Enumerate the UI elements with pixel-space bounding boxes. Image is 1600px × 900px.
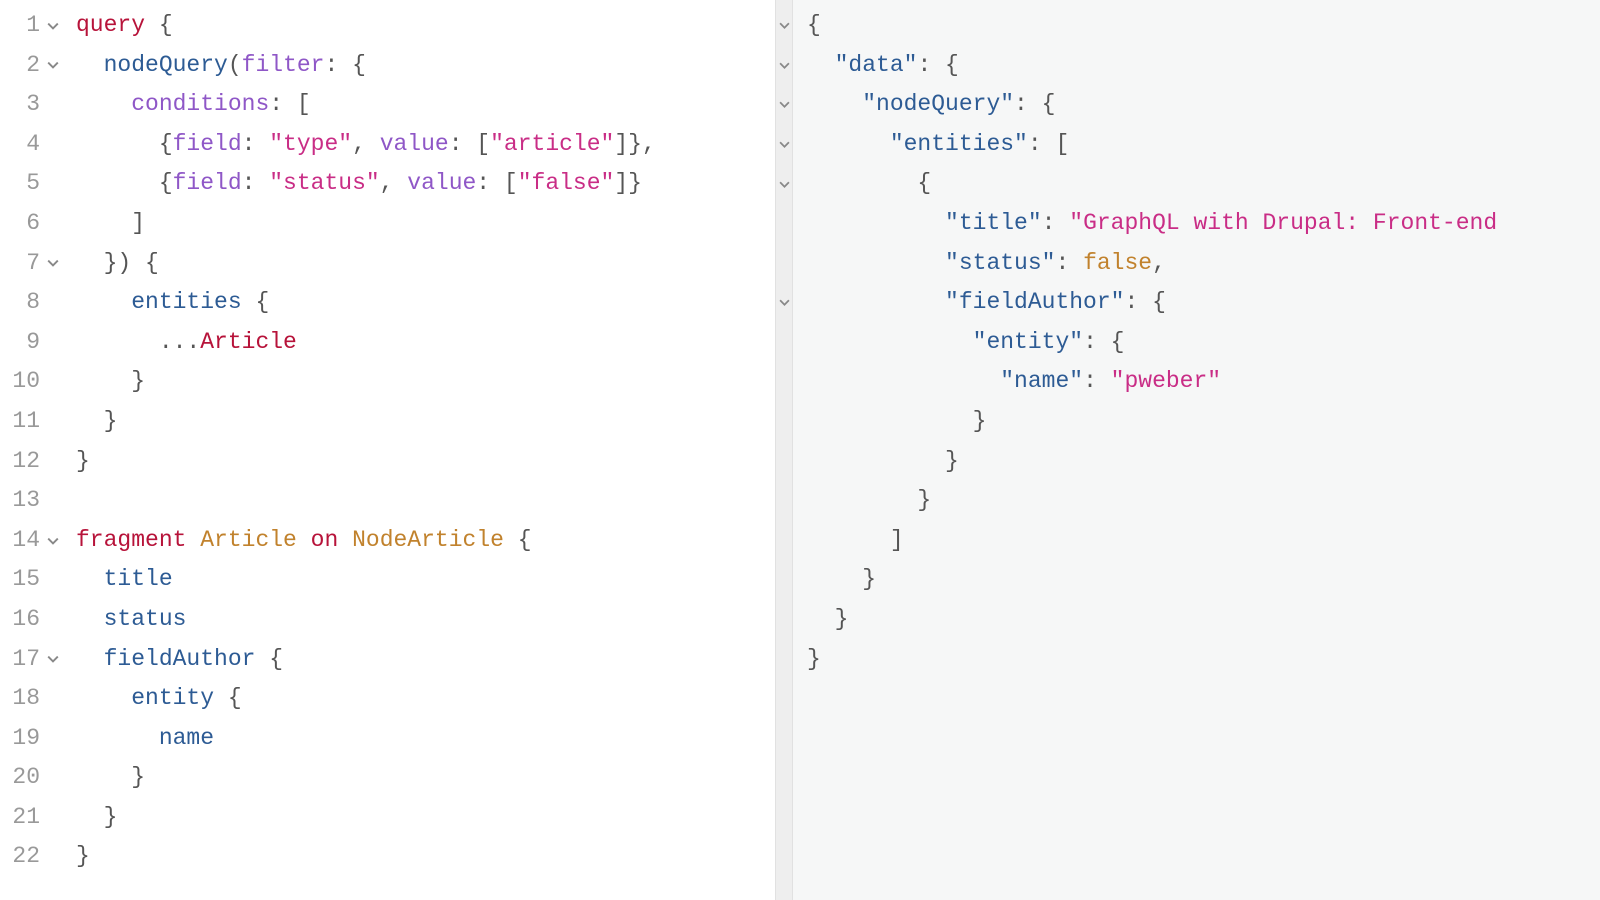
gutter-row: 4: [0, 125, 66, 165]
gutter-row: 16: [0, 600, 66, 640]
fold-caret-icon[interactable]: [779, 139, 790, 150]
line-number: 10: [0, 362, 44, 402]
line-number: 22: [0, 837, 44, 877]
fold-slot: [776, 640, 792, 680]
gutter-row: 7: [0, 244, 66, 284]
fold-caret-icon[interactable]: [47, 653, 59, 665]
fold-slot: [776, 362, 792, 402]
query-editor-pane: 12345678910111213141516171819202122 quer…: [0, 0, 775, 900]
fold-caret-icon[interactable]: [47, 59, 59, 71]
line-number: 11: [0, 402, 44, 442]
gutter-row: 21: [0, 798, 66, 838]
gutter-row: 14: [0, 521, 66, 561]
fold-slot: [776, 244, 792, 284]
line-number-gutter: 12345678910111213141516171819202122: [0, 0, 66, 900]
fold-slot: [776, 283, 792, 323]
fold-caret-icon[interactable]: [779, 20, 790, 31]
fold-slot: [776, 6, 792, 46]
fold-slot: [776, 442, 792, 482]
gutter-row: 9: [0, 323, 66, 363]
line-number: 2: [0, 46, 44, 86]
line-number: 15: [0, 560, 44, 600]
line-number: 4: [0, 125, 44, 165]
fold-slot: [776, 560, 792, 600]
line-number: 5: [0, 164, 44, 204]
gutter-row: 17: [0, 640, 66, 680]
fold-slot: [776, 402, 792, 442]
line-number: 16: [0, 600, 44, 640]
query-editor[interactable]: query { nodeQuery(filter: { conditions: …: [66, 0, 775, 900]
gutter-row: 22: [0, 837, 66, 877]
fold-slot: [44, 653, 62, 665]
line-number: 21: [0, 798, 44, 838]
fold-slot: [776, 85, 792, 125]
line-number: 9: [0, 323, 44, 363]
line-number: 20: [0, 758, 44, 798]
gutter-row: 2: [0, 46, 66, 86]
gutter-row: 1: [0, 6, 66, 46]
line-number: 7: [0, 244, 44, 284]
pane-divider[interactable]: [775, 0, 793, 900]
fold-slot: [776, 521, 792, 561]
line-number: 8: [0, 283, 44, 323]
gutter-row: 12: [0, 442, 66, 482]
line-number: 17: [0, 640, 44, 680]
fold-slot: [776, 481, 792, 521]
fold-slot: [776, 323, 792, 363]
line-number: 1: [0, 6, 44, 46]
fold-slot: [776, 204, 792, 244]
fold-caret-icon[interactable]: [779, 99, 790, 110]
line-number: 14: [0, 521, 44, 561]
fold-slot: [776, 164, 792, 204]
result-viewer[interactable]: { "data": { "nodeQuery": { "entities": […: [793, 0, 1600, 900]
fold-slot: [44, 20, 62, 32]
gutter-row: 6: [0, 204, 66, 244]
fold-slot: [44, 257, 62, 269]
fold-caret-icon[interactable]: [47, 535, 59, 547]
gutter-row: 19: [0, 719, 66, 759]
fold-caret-icon[interactable]: [779, 179, 790, 190]
line-number: 13: [0, 481, 44, 521]
gutter-row: 5: [0, 164, 66, 204]
line-number: 3: [0, 85, 44, 125]
line-number: 18: [0, 679, 44, 719]
fold-slot: [776, 600, 792, 640]
fold-slot: [776, 125, 792, 165]
graphiql-split: 12345678910111213141516171819202122 quer…: [0, 0, 1600, 900]
gutter-row: 10: [0, 362, 66, 402]
gutter-row: 18: [0, 679, 66, 719]
gutter-row: 8: [0, 283, 66, 323]
gutter-row: 20: [0, 758, 66, 798]
line-number: 19: [0, 719, 44, 759]
gutter-row: 13: [0, 481, 66, 521]
fold-caret-icon[interactable]: [779, 60, 790, 71]
fold-caret-icon[interactable]: [779, 297, 790, 308]
gutter-row: 11: [0, 402, 66, 442]
fold-slot: [44, 59, 62, 71]
line-number: 12: [0, 442, 44, 482]
gutter-row: 15: [0, 560, 66, 600]
fold-slot: [776, 46, 792, 86]
gutter-row: 3: [0, 85, 66, 125]
fold-caret-icon[interactable]: [47, 257, 59, 269]
line-number: 6: [0, 204, 44, 244]
fold-slot: [44, 535, 62, 547]
fold-caret-icon[interactable]: [47, 20, 59, 32]
